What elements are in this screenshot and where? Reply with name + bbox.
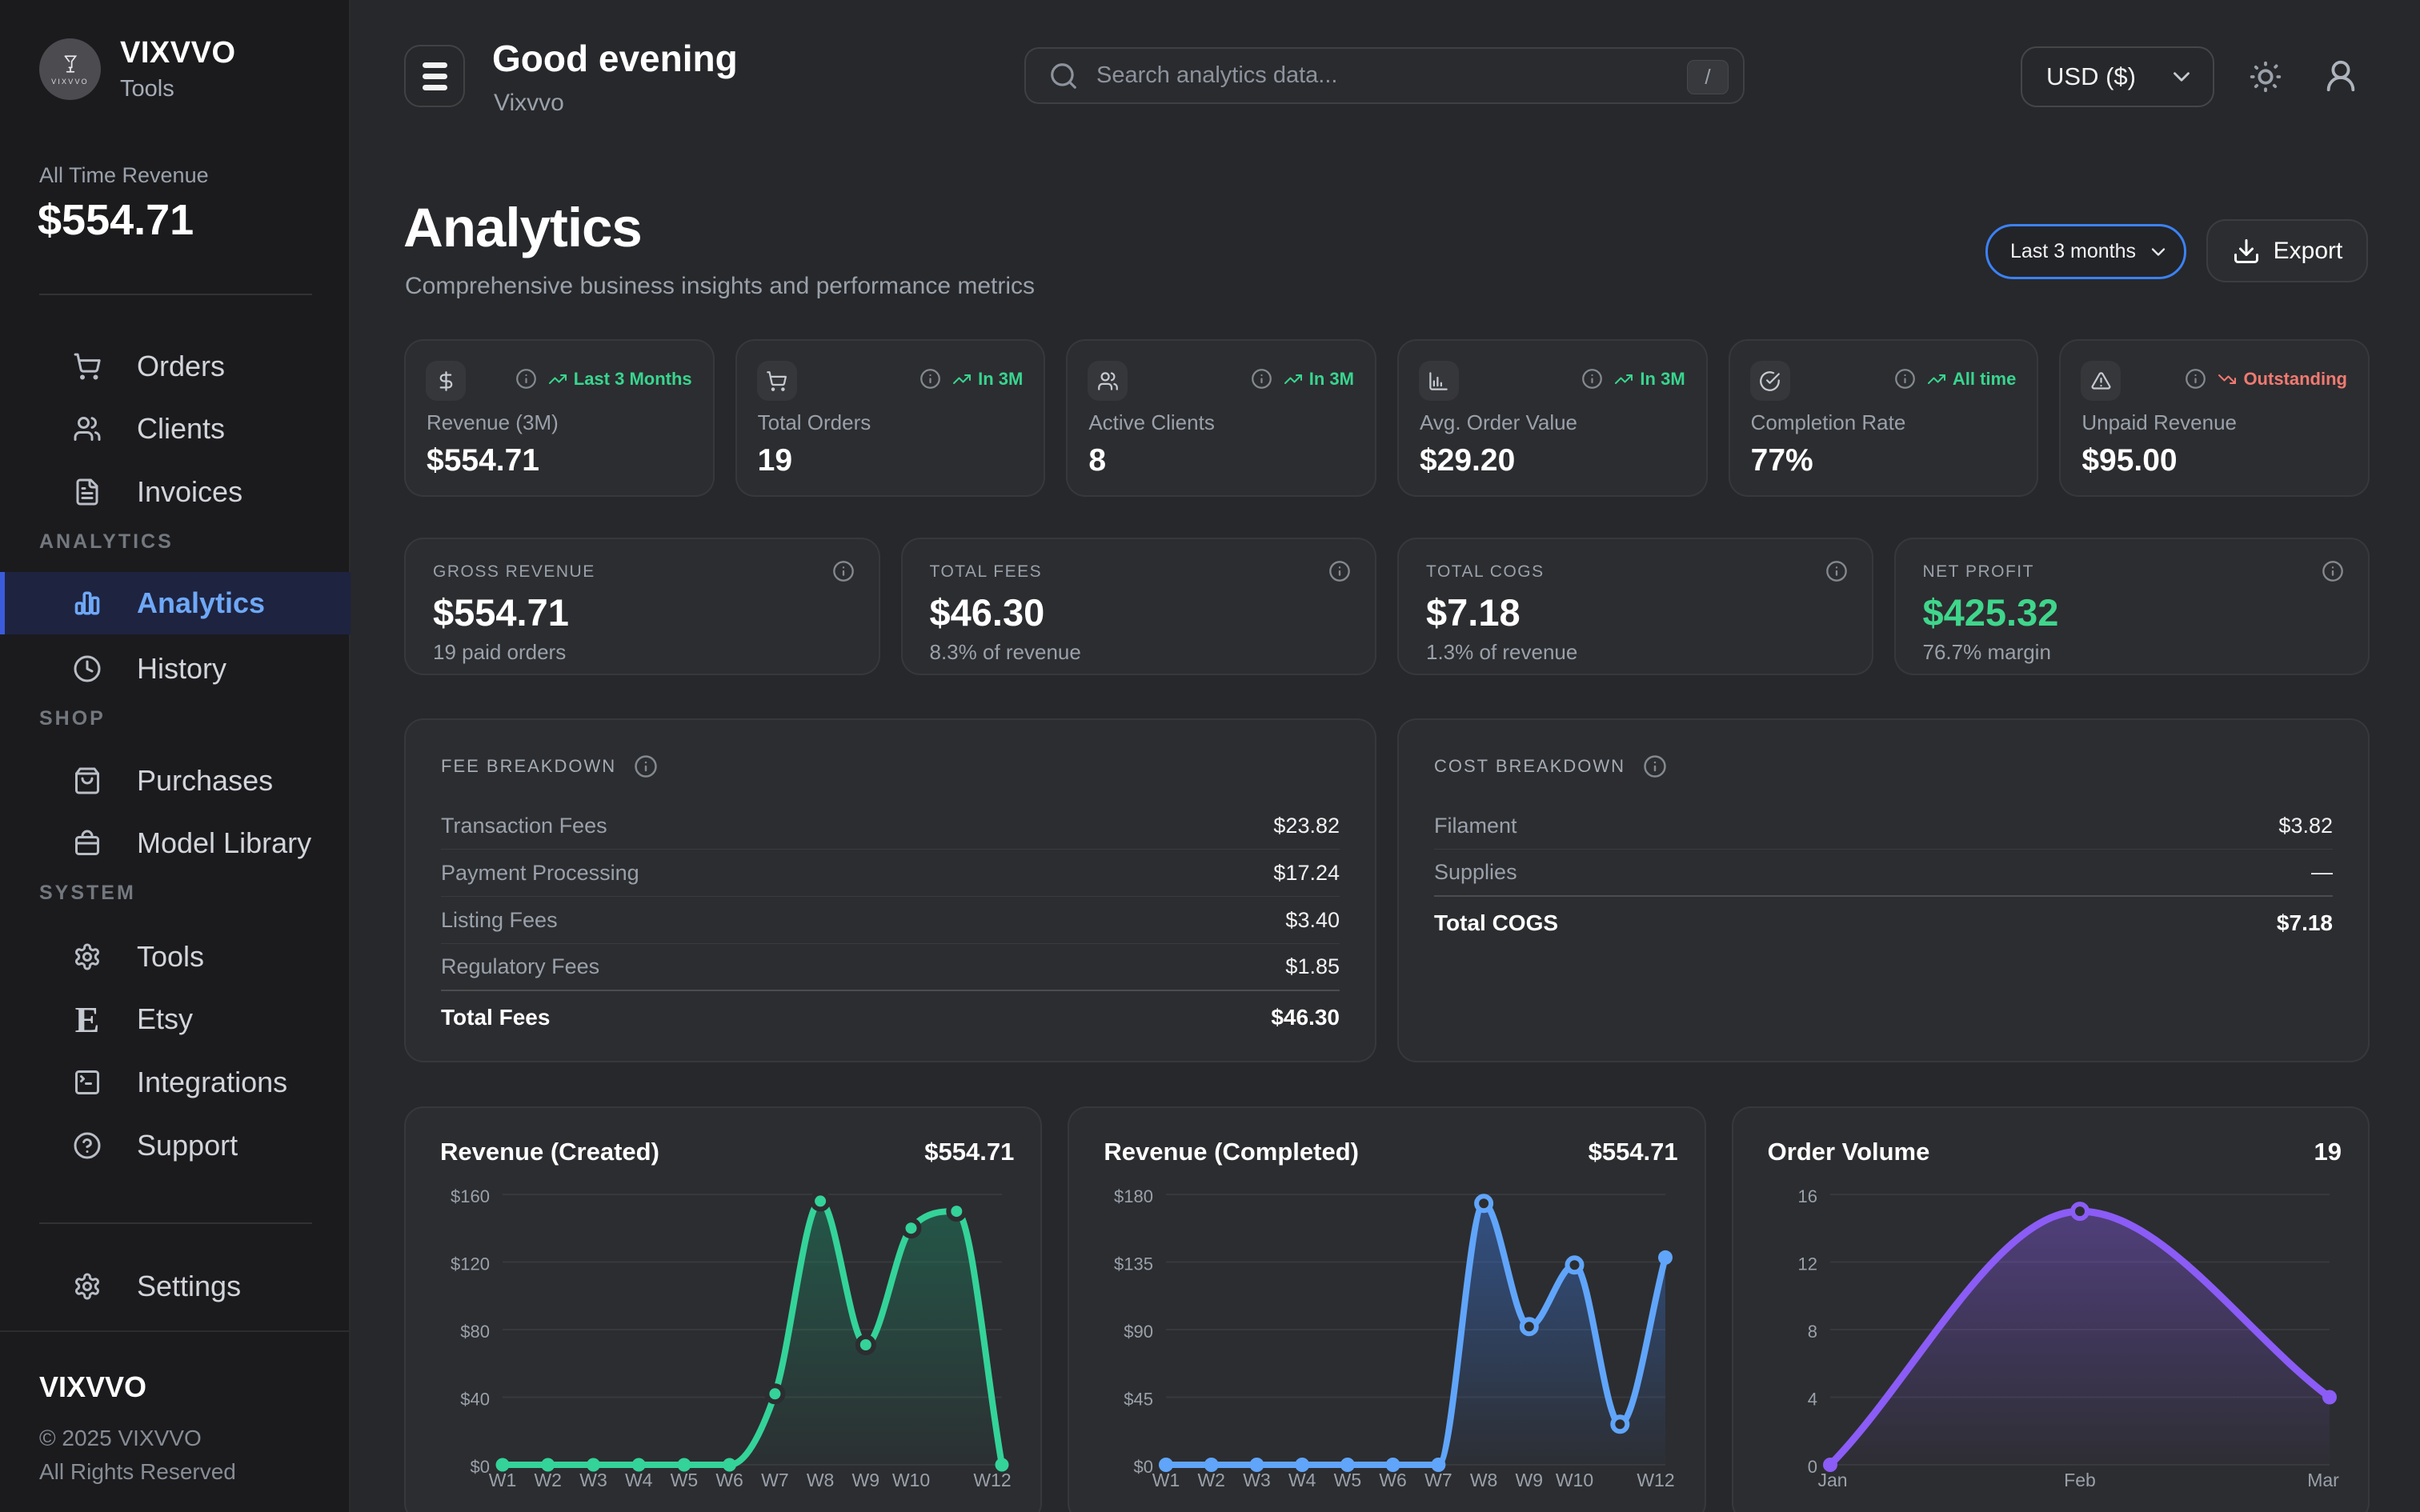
svg-text:W3: W3 xyxy=(579,1470,607,1490)
svg-text:W2: W2 xyxy=(534,1470,562,1490)
svg-text:W1: W1 xyxy=(1152,1470,1180,1490)
svg-text:$40: $40 xyxy=(460,1390,490,1410)
svg-text:$135: $135 xyxy=(1114,1254,1153,1274)
svg-text:W12: W12 xyxy=(1637,1470,1675,1490)
svg-text:W8: W8 xyxy=(1470,1470,1498,1490)
svg-text:Feb: Feb xyxy=(2064,1470,2096,1490)
svg-text:12: 12 xyxy=(1797,1254,1817,1274)
svg-text:$0: $0 xyxy=(471,1457,490,1477)
svg-text:W1: W1 xyxy=(489,1470,517,1490)
svg-text:W10: W10 xyxy=(1556,1470,1593,1490)
svg-text:Jan: Jan xyxy=(1817,1470,1847,1490)
svg-text:W5: W5 xyxy=(671,1470,699,1490)
svg-text:$160: $160 xyxy=(451,1186,490,1206)
svg-text:$90: $90 xyxy=(1124,1322,1154,1342)
svg-text:0: 0 xyxy=(1807,1457,1817,1477)
svg-text:W2: W2 xyxy=(1198,1470,1226,1490)
svg-text:W4: W4 xyxy=(1288,1470,1316,1490)
svg-text:W6: W6 xyxy=(1380,1470,1408,1490)
svg-text:W4: W4 xyxy=(625,1470,653,1490)
svg-text:W7: W7 xyxy=(761,1470,789,1490)
svg-text:4: 4 xyxy=(1807,1390,1817,1410)
svg-text:W7: W7 xyxy=(1424,1470,1452,1490)
svg-text:$0: $0 xyxy=(1134,1457,1153,1477)
svg-text:W9: W9 xyxy=(1516,1470,1544,1490)
svg-text:8: 8 xyxy=(1807,1322,1817,1342)
svg-text:$45: $45 xyxy=(1124,1390,1154,1410)
svg-text:W5: W5 xyxy=(1334,1470,1362,1490)
svg-text:$120: $120 xyxy=(451,1254,490,1274)
svg-text:16: 16 xyxy=(1797,1186,1817,1206)
svg-text:W8: W8 xyxy=(807,1470,835,1490)
svg-text:W10: W10 xyxy=(892,1470,930,1490)
svg-text:W3: W3 xyxy=(1244,1470,1272,1490)
svg-text:W9: W9 xyxy=(852,1470,880,1490)
svg-text:$180: $180 xyxy=(1114,1186,1153,1206)
svg-text:Mar: Mar xyxy=(2307,1470,2339,1490)
svg-text:W6: W6 xyxy=(715,1470,743,1490)
svg-text:W12: W12 xyxy=(973,1470,1011,1490)
svg-text:$80: $80 xyxy=(460,1322,490,1342)
